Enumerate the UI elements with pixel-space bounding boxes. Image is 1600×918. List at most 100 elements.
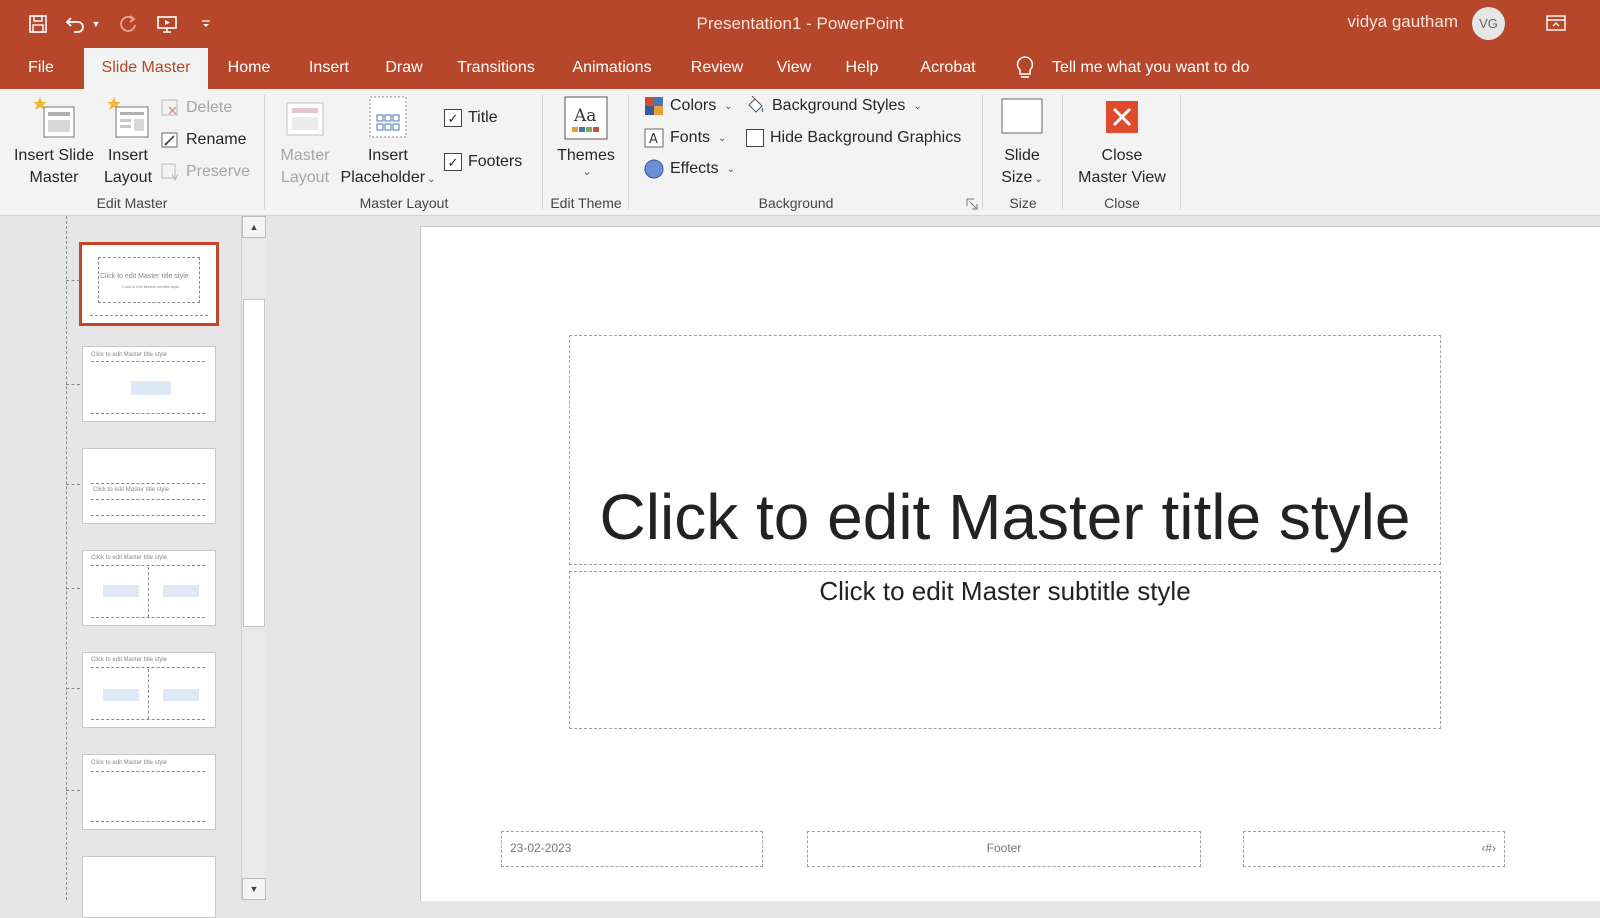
footers-checkbox[interactable]: ✓ Footers (444, 149, 522, 175)
rename-button[interactable]: Rename (160, 127, 246, 153)
thumbnail-scrollbar[interactable]: ▲ ▼ (241, 216, 266, 900)
tab-draw[interactable]: Draw (376, 48, 432, 89)
undo-dropdown-icon[interactable]: ▼ (88, 10, 104, 38)
insert-layout-label-2: Layout (103, 169, 153, 186)
footers-check-icon: ✓ (444, 153, 462, 171)
group-label-edit-theme: Edit Theme (550, 195, 622, 211)
insert-placeholder-icon (366, 95, 410, 141)
rename-icon (161, 132, 178, 148)
insert-layout-button[interactable]: Insert Layout (100, 95, 156, 189)
group-label-edit-master: Edit Master (96, 195, 168, 211)
thumbnail-layout[interactable]: Click to edit Master title style (82, 448, 216, 524)
slide-subtitle: Click to edit Master subtitle style (819, 576, 1191, 606)
effects-button[interactable]: Effects ⌄ (644, 156, 735, 182)
user-name[interactable]: vidya gautham (1347, 12, 1458, 32)
slide-number-placeholder[interactable]: ‹#› (1243, 831, 1505, 867)
tab-slide-master[interactable]: Slide Master (84, 48, 208, 89)
master-layout-label-1: Master (280, 147, 330, 164)
date-placeholder[interactable]: 23-02-2023 (501, 831, 763, 867)
background-styles-label: Background Styles (772, 97, 906, 114)
themes-label: Themes (557, 147, 615, 164)
fonts-icon: A (644, 128, 664, 148)
thumbnail-title: Click to edit Master title style (91, 760, 168, 766)
tab-insert[interactable]: Insert (296, 48, 362, 89)
slide-size-button[interactable]: Slide Size ⌄ (990, 95, 1054, 191)
title-placeholder[interactable]: Click to edit Master title style (569, 335, 1441, 565)
tab-review[interactable]: Review (680, 48, 754, 89)
chevron-down-icon: ⌄ (718, 132, 727, 144)
thumbnail-layout[interactable]: Click to edit Master title style (82, 550, 216, 626)
group-separator (628, 95, 629, 209)
insert-slide-master-button[interactable]: Insert Slide Master (12, 95, 96, 189)
insert-slide-master-label-1: Insert Slide (13, 147, 95, 164)
title-checkbox-label: Title (468, 109, 498, 126)
slide-size-label-2: Size (1001, 169, 1033, 186)
footer-placeholder[interactable]: Footer (807, 831, 1201, 867)
paint-bucket-icon (748, 96, 764, 113)
group-separator (982, 95, 983, 209)
slide-size-icon (1000, 95, 1044, 141)
undo-icon[interactable] (62, 10, 90, 38)
title-checkbox[interactable]: ✓ Title (444, 105, 498, 131)
delete-button[interactable]: Delete (160, 95, 232, 121)
tab-help[interactable]: Help (834, 48, 890, 89)
close-master-view-icon (1100, 95, 1144, 141)
slide-date: 23-02-2023 (510, 841, 572, 855)
preserve-button[interactable]: Preserve (160, 159, 250, 185)
scroll-thumb[interactable] (243, 299, 265, 627)
slide-canvas[interactable]: Click to edit Master title style Click t… (420, 226, 1600, 901)
insert-placeholder-button[interactable]: Insert Placeholder ⌄ (336, 95, 440, 191)
thumbnail-layout[interactable] (82, 856, 216, 918)
tab-file[interactable]: File (12, 48, 70, 89)
thumbnail-tree-line (66, 216, 67, 900)
group-separator (264, 95, 265, 209)
chevron-down-icon: ⌄ (913, 100, 922, 112)
tab-transitions[interactable]: Transitions (448, 48, 544, 89)
start-from-beginning-icon[interactable] (154, 10, 182, 38)
avatar[interactable]: VG (1472, 7, 1505, 40)
ribbon-display-options-icon[interactable] (1542, 9, 1570, 37)
rename-label: Rename (186, 131, 247, 148)
tell-me-search[interactable]: Tell me what you want to do (1052, 48, 1249, 89)
colors-button[interactable]: Colors ⌄ (644, 93, 733, 119)
footers-checkbox-label: Footers (468, 153, 523, 170)
group-label-master-layout: Master Layout (359, 195, 449, 211)
hide-background-check-icon (746, 129, 764, 147)
fonts-button[interactable]: A Fonts ⌄ (644, 125, 726, 151)
tab-animations[interactable]: Animations (560, 48, 664, 89)
tree-connector (66, 588, 80, 589)
master-layout-icon (283, 95, 327, 141)
thumbnail-layout[interactable]: Click to edit Master title style (82, 652, 216, 728)
delete-label: Delete (186, 99, 233, 116)
tab-home[interactable]: Home (218, 48, 280, 89)
redo-icon[interactable] (114, 10, 142, 38)
thumbnail-title: Click to edit Master title style (91, 352, 168, 358)
hide-background-graphics-label: Hide Background Graphics (770, 129, 962, 146)
dialog-launcher-icon[interactable] (966, 197, 978, 210)
tab-view[interactable]: View (768, 48, 820, 89)
customize-toolbar-icon[interactable] (196, 10, 216, 38)
thumbnail-layout[interactable]: Click to edit Master title style (82, 754, 216, 830)
svg-text:A: A (649, 132, 658, 147)
svg-text:Aa: Aa (573, 106, 596, 126)
themes-button[interactable]: Aa Themes ⌄ (550, 95, 622, 178)
scroll-up-icon[interactable]: ▲ (242, 216, 266, 238)
effects-label: Effects (670, 160, 719, 177)
subtitle-placeholder[interactable]: Click to edit Master subtitle style (569, 571, 1441, 729)
save-icon[interactable] (24, 10, 52, 38)
background-styles-button[interactable]: Background Styles ⌄ (746, 93, 922, 119)
tree-connector (66, 484, 80, 485)
colors-label: Colors (670, 97, 717, 114)
thumbnail-title: Click to edit Master title style (91, 657, 168, 663)
slide-size-label-1: Slide (1004, 147, 1040, 164)
master-layout-button[interactable]: Master Layout (272, 95, 338, 189)
scroll-down-icon[interactable]: ▼ (242, 878, 266, 900)
hide-background-graphics-checkbox[interactable]: Hide Background Graphics (746, 125, 961, 151)
thumbnail-layout[interactable]: Click to edit Master title style (82, 346, 216, 422)
preserve-label: Preserve (186, 163, 251, 180)
insert-slide-master-label-2: Master (29, 169, 79, 186)
tab-acrobat[interactable]: Acrobat (908, 48, 988, 89)
close-master-view-button[interactable]: Close Master View (1070, 95, 1174, 189)
slide-thumbnail-pane: Click to edit Master title style Click t… (0, 216, 268, 918)
thumbnail-slide-master[interactable]: Click to edit Master title style Click t… (79, 242, 219, 326)
